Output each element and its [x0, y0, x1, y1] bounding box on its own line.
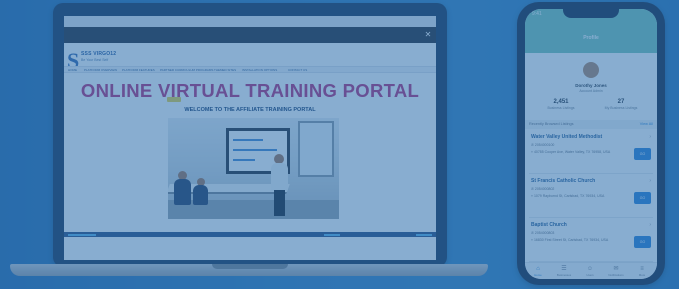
footer-link[interactable]: [68, 234, 96, 236]
listing-name: Water Valley United Methodist: [531, 134, 603, 140]
chevron-right-icon: ›: [649, 222, 651, 228]
nav-item-installation-options[interactable]: INSTALLATION OPTIONS: [242, 68, 277, 72]
mail-icon: ✉: [613, 266, 619, 272]
user-role: Account Admin: [579, 89, 603, 93]
tab-more[interactable]: ≡ More: [629, 266, 655, 277]
listing-phone: ✆ 2054000803: [531, 231, 555, 235]
chevron-right-icon: ›: [649, 178, 651, 184]
listing-go-button[interactable]: GO: [634, 148, 651, 160]
stat-business-listings[interactable]: 2,451 Business Listings: [531, 99, 591, 110]
phone-header-title: Profile: [583, 35, 599, 41]
listing-address: ⌖ 40785 Cooper Ave, Water Valley, TX 769…: [531, 150, 611, 154]
stat-value: 27: [617, 99, 625, 105]
person-figure: [174, 179, 191, 205]
laptop-screen: ✕ S SSS VIRGO12 Be Your Best Self HOME P…: [64, 16, 436, 260]
phone-notch: [563, 9, 619, 18]
tab-label: Businesses: [556, 273, 572, 277]
listing-go-button[interactable]: GO: [634, 236, 651, 248]
footer-link[interactable]: [324, 234, 340, 236]
nav-item-partner-curriculum[interactable]: PARTNER CURRICULUM PROGRAMS: [160, 68, 213, 72]
presenter-legs: [274, 190, 285, 216]
tab-label: More: [638, 273, 646, 277]
listing-name: St Francis Catholic Church: [531, 178, 596, 184]
close-icon[interactable]: ✕: [424, 31, 432, 39]
listing-address-text: 1079 Rayburnd St, Carlsbad, TX 76934, US…: [533, 194, 605, 198]
listing-phone-number: 2054000802: [534, 187, 555, 191]
nav-item-platform-features[interactable]: PLATFORM FEATURES: [122, 68, 155, 72]
logo-subtitle: Be Your Best Self: [81, 58, 109, 62]
tab-notifications[interactable]: ✉ Notifications: [603, 266, 629, 277]
view-all-link[interactable]: View All: [640, 122, 653, 126]
nav-item-home[interactable]: HOME: [68, 68, 77, 72]
tab-businesses[interactable]: ☰ Businesses: [551, 266, 577, 277]
browser-toolbar: ✕: [64, 27, 436, 43]
person-figure: [193, 185, 208, 205]
nav-item-themed-sites[interactable]: THEMED SITES: [214, 68, 236, 72]
nav-item-platform-overview[interactable]: PLATFORM OVERVIEW: [84, 68, 117, 72]
listing-address-text: 16830 First Street St, Carlsbad, TX 7693…: [533, 238, 609, 242]
footer-link[interactable]: [416, 234, 432, 236]
laptop-notch: [212, 264, 288, 269]
page-title: ONLINE VIRTUAL TRAINING PORTAL: [80, 80, 420, 101]
site-nav: HOME PLATFORM OVERVIEW PLATFORM FEATURES…: [64, 66, 436, 73]
home-icon: ⌂: [536, 266, 540, 272]
browser-address-bar: [64, 16, 436, 27]
listing-name: Baptist Church: [531, 222, 567, 228]
tab-bar: ⌂ Home ☰ Businesses ☺ Users ✉ Notificati…: [525, 262, 657, 279]
section-header: Recently Browsed Listings View All: [525, 120, 657, 129]
chevron-right-icon: ›: [649, 134, 651, 140]
window-image: [298, 121, 334, 177]
tab-users[interactable]: ☺ Users: [577, 266, 603, 277]
stat-label: My Business Listings: [604, 106, 638, 110]
presenter-figure: [271, 163, 288, 191]
nav-item-contact-us[interactable]: CONTACT US: [288, 68, 307, 72]
listing-go-button[interactable]: GO: [634, 192, 651, 204]
tab-label: Notifications: [608, 273, 624, 277]
listing-phone-number: 2054000803: [534, 231, 555, 235]
status-time: 9:41: [532, 11, 542, 17]
list-item[interactable]: St Francis Catholic Church › ✆ 205400080…: [529, 176, 653, 218]
site-header: S SSS VIRGO12 Be Your Best Self: [64, 46, 436, 80]
list-item[interactable]: Water Valley United Methodist › ✆ 205400…: [529, 132, 653, 174]
list-item[interactable]: Baptist Church › ✆ 2054000803 ⌖ 16830 Fi…: [529, 220, 653, 262]
section-title: Recently Browsed Listings: [529, 122, 574, 126]
list-icon: ☰: [561, 266, 567, 272]
listing-address: ⌖ 16830 First Street St, Carlsbad, TX 76…: [531, 238, 609, 242]
stat-my-business-listings[interactable]: 27 My Business Listings: [591, 99, 651, 110]
tab-label: Home: [534, 273, 542, 277]
stat-label: Business Listings: [547, 106, 575, 110]
screen-bottom-area: [64, 237, 436, 260]
listing-address: ⌖ 1079 Rayburnd St, Carlsbad, TX 76934, …: [531, 194, 605, 198]
menu-icon: ≡: [640, 266, 644, 272]
user-icon: ☺: [586, 266, 594, 272]
phone-screen: 9:41 Profile Dorothy Jones Account Admin…: [525, 9, 657, 279]
listing-phone: ✆ 2054000100: [531, 143, 555, 147]
stat-value: 2,451: [553, 99, 569, 105]
logo-title: SSS VIRGO12: [81, 51, 117, 57]
training-photo: [168, 118, 339, 219]
listing-phone: ✆ 2054000802: [531, 187, 555, 191]
listing-phone-number: 2054000100: [534, 143, 555, 147]
user-name: Dorothy Jones: [575, 83, 607, 88]
listing-address-text: 40785 Cooper Ave, Water Valley, TX 76958…: [533, 150, 611, 154]
tab-label: Users: [586, 273, 594, 277]
avatar[interactable]: [581, 60, 601, 80]
welcome-heading: WELCOME TO THE AFFILIATE TRAINING PORTAL: [184, 107, 316, 113]
highlight-badge: [167, 97, 181, 102]
tab-home[interactable]: ⌂ Home: [525, 266, 551, 277]
